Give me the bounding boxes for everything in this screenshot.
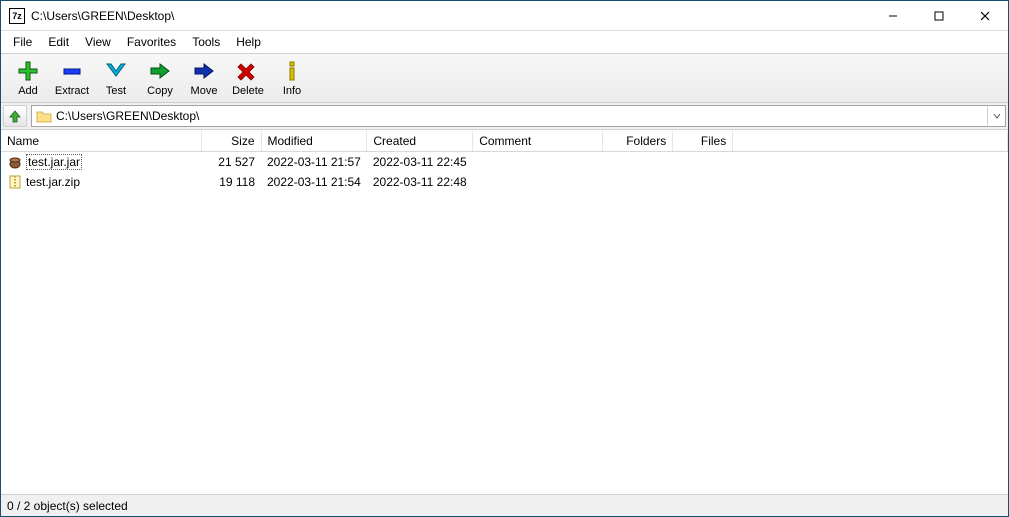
table-row[interactable]: test.jar.jar 21 5272022-03-11 21:572022-0…	[1, 152, 1008, 173]
extract-label: Extract	[55, 85, 89, 97]
menu-edit[interactable]: Edit	[40, 33, 77, 51]
file-name: test.jar.zip	[26, 175, 80, 189]
app-icon: 7z	[9, 8, 25, 24]
cell-folders	[603, 152, 673, 173]
copy-icon	[148, 59, 172, 83]
cell-created: 2022-03-11 22:45	[367, 152, 473, 173]
maximize-button[interactable]	[916, 1, 962, 31]
cell-size: 21 527	[201, 152, 261, 173]
column-header-row: NameSizeModifiedCreatedCommentFoldersFil…	[1, 131, 1008, 152]
move-label: Move	[191, 85, 218, 97]
cell-files	[673, 172, 733, 192]
info-button[interactable]: Info	[271, 56, 313, 100]
zip-file-icon	[7, 174, 23, 190]
toolbar: Add Extract Test Copy Move Delete Info	[1, 53, 1008, 103]
test-button[interactable]: Test	[95, 56, 137, 100]
delete-label: Delete	[232, 85, 264, 97]
cell-folders	[603, 172, 673, 192]
column-header-size[interactable]: Size	[201, 131, 261, 152]
column-header-files[interactable]: Files	[673, 131, 733, 152]
add-icon	[16, 59, 40, 83]
titlebar: 7z C:\Users\GREEN\Desktop\	[1, 1, 1008, 31]
up-button[interactable]	[3, 105, 27, 127]
cell-modified: 2022-03-11 21:54	[261, 172, 367, 192]
move-icon	[192, 59, 216, 83]
path-text: C:\Users\GREEN\Desktop\	[56, 108, 987, 124]
menu-help[interactable]: Help	[228, 33, 269, 51]
file-list[interactable]: NameSizeModifiedCreatedCommentFoldersFil…	[1, 130, 1008, 494]
info-icon	[280, 59, 304, 83]
move-button[interactable]: Move	[183, 56, 225, 100]
minimize-button[interactable]	[870, 1, 916, 31]
path-dropdown-button[interactable]	[987, 106, 1005, 126]
test-label: Test	[106, 85, 126, 97]
test-icon	[104, 59, 128, 83]
cell-size: 19 118	[201, 172, 261, 192]
column-header-name[interactable]: Name	[1, 131, 201, 152]
jar-file-icon	[7, 154, 23, 170]
delete-icon	[236, 59, 260, 83]
extract-button[interactable]: Extract	[51, 56, 93, 100]
chevron-down-icon	[993, 112, 1001, 120]
menubar: FileEditViewFavoritesToolsHelp	[1, 31, 1008, 53]
add-label: Add	[18, 85, 38, 97]
copy-label: Copy	[147, 85, 173, 97]
menu-tools[interactable]: Tools	[184, 33, 228, 51]
cell-files	[673, 152, 733, 173]
cell-created: 2022-03-11 22:48	[367, 172, 473, 192]
close-button[interactable]	[962, 1, 1008, 31]
cell-comment	[473, 152, 603, 173]
info-label: Info	[283, 85, 301, 97]
cell-modified: 2022-03-11 21:57	[261, 152, 367, 173]
copy-button[interactable]: Copy	[139, 56, 181, 100]
add-button[interactable]: Add	[7, 56, 49, 100]
delete-button[interactable]: Delete	[227, 56, 269, 100]
cell-comment	[473, 172, 603, 192]
folder-icon	[36, 108, 52, 124]
column-header-modified[interactable]: Modified	[261, 131, 367, 152]
up-arrow-icon	[8, 109, 22, 123]
column-header-filler	[733, 131, 1008, 152]
path-field[interactable]: C:\Users\GREEN\Desktop\	[31, 105, 1006, 127]
file-name: test.jar.jar	[26, 154, 82, 170]
table-row[interactable]: test.jar.zip 19 1182022-03-11 21:542022-0…	[1, 172, 1008, 192]
menu-file[interactable]: File	[5, 33, 40, 51]
column-header-comment[interactable]: Comment	[473, 131, 603, 152]
column-header-created[interactable]: Created	[367, 131, 473, 152]
statusbar: 0 / 2 object(s) selected	[1, 494, 1008, 516]
column-header-folders[interactable]: Folders	[603, 131, 673, 152]
menu-view[interactable]: View	[77, 33, 119, 51]
status-text: 0 / 2 object(s) selected	[7, 499, 128, 513]
extract-icon	[60, 59, 84, 83]
window-title: C:\Users\GREEN\Desktop\	[31, 9, 174, 23]
menu-favorites[interactable]: Favorites	[119, 33, 184, 51]
pathbar: C:\Users\GREEN\Desktop\	[1, 103, 1008, 130]
